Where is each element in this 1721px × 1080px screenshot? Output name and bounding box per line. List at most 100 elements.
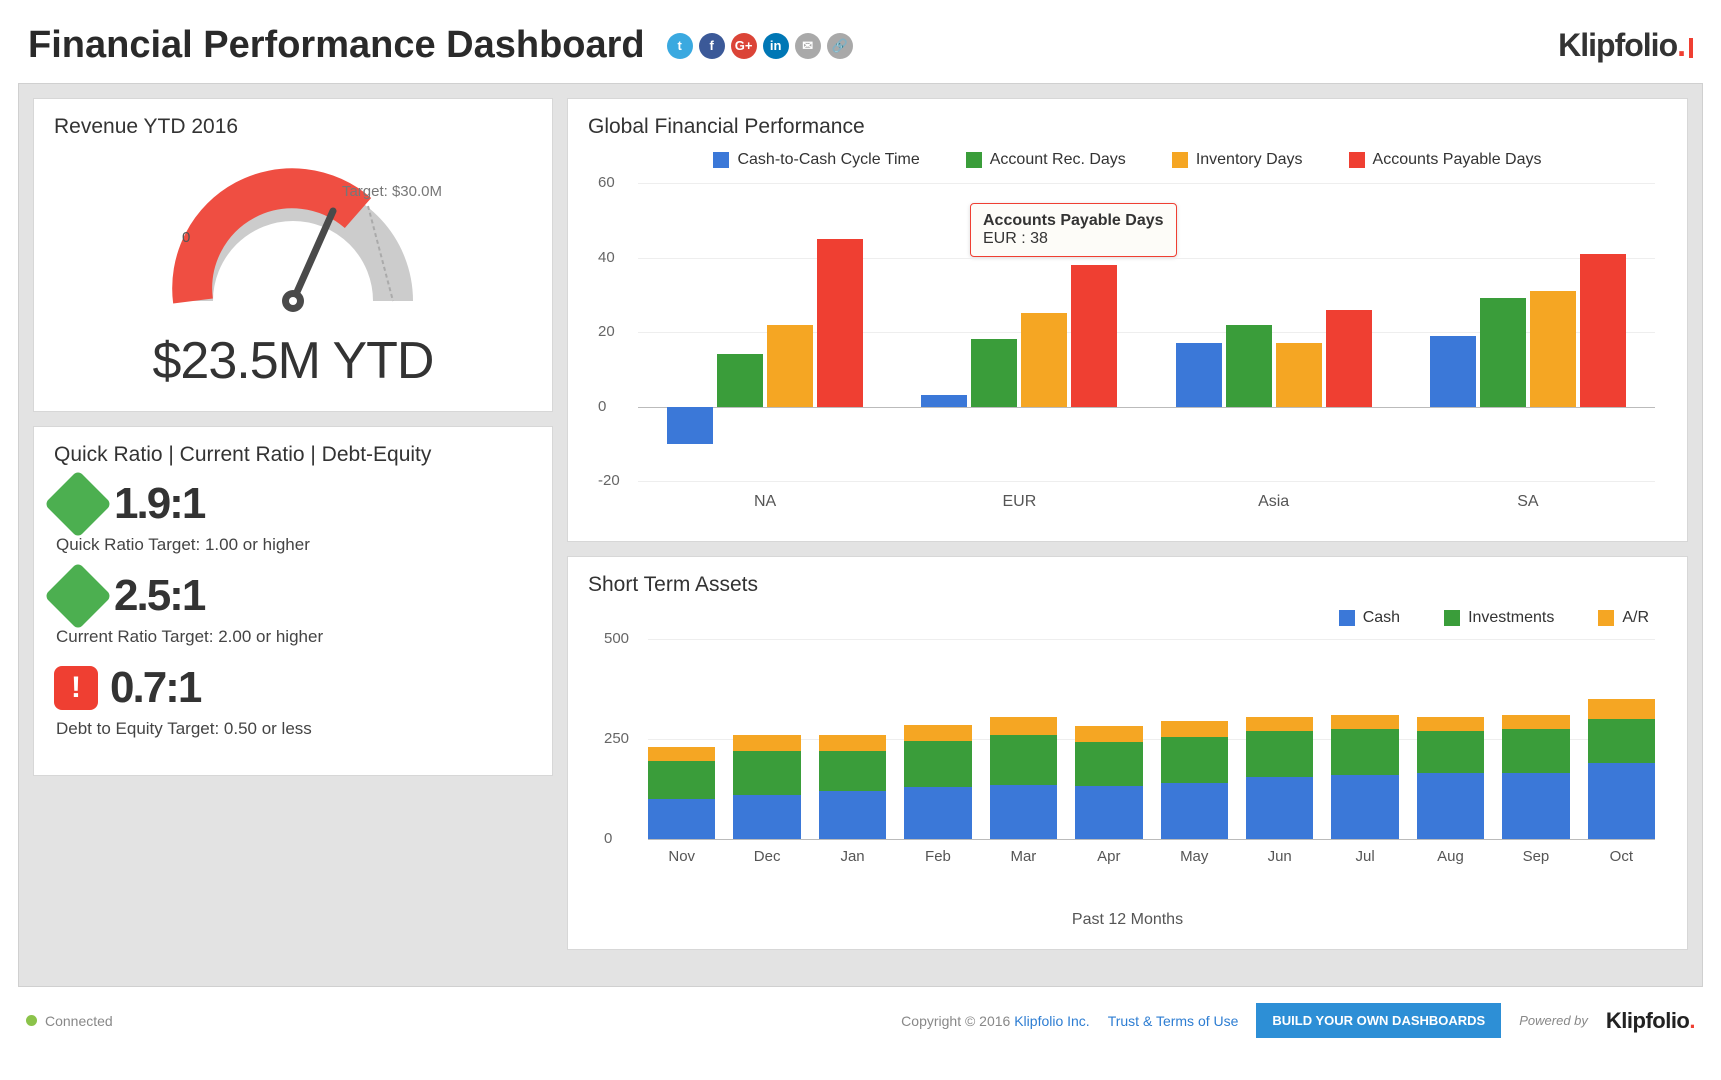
- bar[interactable]: [1071, 265, 1117, 407]
- stack[interactable]: Jan: [819, 735, 886, 839]
- bar[interactable]: [1276, 343, 1322, 406]
- legend-swatch-icon: [966, 152, 982, 168]
- bar-segment[interactable]: [990, 785, 1057, 839]
- legend-item[interactable]: Cash: [1339, 609, 1400, 627]
- bar[interactable]: [921, 395, 967, 406]
- ratios-card: Quick Ratio | Current Ratio | Debt-Equit…: [33, 426, 553, 776]
- bar-segment[interactable]: [733, 751, 800, 795]
- bar-segment[interactable]: [1246, 717, 1313, 731]
- bar-segment[interactable]: [1588, 763, 1655, 839]
- y-tick: 60: [598, 174, 615, 191]
- bar-segment[interactable]: [1075, 786, 1142, 839]
- bar-segment[interactable]: [733, 735, 800, 751]
- bar-segment[interactable]: [1331, 729, 1398, 775]
- bar-segment[interactable]: [1331, 775, 1398, 839]
- bar-segment[interactable]: [733, 795, 800, 839]
- bar-segment[interactable]: [904, 725, 971, 741]
- bar-segment[interactable]: [1246, 731, 1313, 777]
- facebook-icon[interactable]: f: [699, 33, 725, 59]
- bar[interactable]: [1176, 343, 1222, 406]
- bar-segment[interactable]: [1161, 783, 1228, 839]
- stack[interactable]: May: [1161, 721, 1228, 839]
- bar[interactable]: [1430, 336, 1476, 407]
- twitter-icon[interactable]: t: [667, 33, 693, 59]
- month-label: Sep: [1502, 848, 1569, 865]
- legend-label: Cash-to-Cash Cycle Time: [737, 151, 919, 169]
- status-dot-icon: [26, 1015, 37, 1026]
- bar-segment[interactable]: [1331, 715, 1398, 729]
- bar[interactable]: [1480, 298, 1526, 406]
- stack[interactable]: Aug: [1417, 717, 1484, 839]
- bar-segment[interactable]: [819, 751, 886, 791]
- bar[interactable]: [767, 325, 813, 407]
- ratio-target: Current Ratio Target: 2.00 or higher: [56, 627, 532, 647]
- gauge-zero: 0: [182, 229, 190, 246]
- bar-segment[interactable]: [990, 735, 1057, 785]
- global-perf-chart[interactable]: Cash-to-Cash Cycle Time Account Rec. Days…: [588, 151, 1667, 521]
- build-dashboards-button[interactable]: BUILD YOUR OWN DASHBOARDS: [1256, 1003, 1501, 1038]
- stack[interactable]: Jul: [1331, 715, 1398, 839]
- bar[interactable]: [1326, 310, 1372, 407]
- legend-item[interactable]: A/R: [1598, 609, 1649, 627]
- bar-segment[interactable]: [1417, 731, 1484, 773]
- bar-segment[interactable]: [819, 735, 886, 751]
- linkedin-icon[interactable]: in: [763, 33, 789, 59]
- stack[interactable]: Oct: [1588, 699, 1655, 839]
- legend-item[interactable]: Accounts Payable Days: [1349, 151, 1542, 169]
- bar[interactable]: [1021, 313, 1067, 406]
- stack[interactable]: Jun: [1246, 717, 1313, 839]
- email-icon[interactable]: ✉: [795, 33, 821, 59]
- bar-segment[interactable]: [1161, 737, 1228, 783]
- bar[interactable]: [667, 407, 713, 444]
- bar-segment[interactable]: [1161, 721, 1228, 737]
- legend-item[interactable]: Account Rec. Days: [966, 151, 1126, 169]
- stack[interactable]: Dec: [733, 735, 800, 839]
- bar-segment[interactable]: [904, 741, 971, 787]
- bar-segment[interactable]: [648, 761, 715, 799]
- bar-segment[interactable]: [904, 787, 971, 839]
- bar[interactable]: [1530, 291, 1576, 406]
- legend-label: Investments: [1468, 609, 1554, 627]
- stack[interactable]: Feb: [904, 725, 971, 839]
- bar-segment[interactable]: [1502, 729, 1569, 773]
- bar-segment[interactable]: [819, 791, 886, 839]
- month-label: Jun: [1246, 848, 1313, 865]
- bar-segment[interactable]: [1588, 719, 1655, 763]
- month-label: Oct: [1588, 848, 1655, 865]
- bar-segment[interactable]: [1417, 717, 1484, 731]
- bar-segment[interactable]: [648, 799, 715, 839]
- short-term-chart[interactable]: CashInvestmentsA/R 0250500NovDecJanFebMa…: [588, 609, 1667, 929]
- ratio-row: 2.5:1: [54, 571, 532, 621]
- googleplus-icon[interactable]: G+: [731, 33, 757, 59]
- bar[interactable]: [717, 354, 763, 406]
- bar-segment[interactable]: [1075, 726, 1142, 742]
- bar[interactable]: [1226, 325, 1272, 407]
- bar-segment[interactable]: [990, 717, 1057, 735]
- bar-segment[interactable]: [1588, 699, 1655, 719]
- bar-segment[interactable]: [1502, 715, 1569, 729]
- bar-segment[interactable]: [648, 747, 715, 761]
- bar-segment[interactable]: [1075, 742, 1142, 786]
- legend-item[interactable]: Inventory Days: [1172, 151, 1303, 169]
- gauge-target: Target: $30.0M: [342, 183, 442, 200]
- legend-swatch-icon: [1598, 610, 1614, 626]
- stack[interactable]: Mar: [990, 717, 1057, 839]
- stack[interactable]: Nov: [648, 747, 715, 839]
- category-label: EUR: [892, 493, 1146, 511]
- company-link[interactable]: Klipfolio Inc.: [1014, 1013, 1089, 1029]
- legend-item[interactable]: Cash-to-Cash Cycle Time: [713, 151, 919, 169]
- bar-segment[interactable]: [1246, 777, 1313, 839]
- bar[interactable]: [971, 339, 1017, 406]
- y-tick: -20: [598, 472, 620, 489]
- bar[interactable]: [1580, 254, 1626, 407]
- legend-item[interactable]: Investments: [1444, 609, 1554, 627]
- terms-link[interactable]: Trust & Terms of Use: [1108, 1013, 1239, 1029]
- ratio-row: 1.9:1: [54, 479, 532, 529]
- bar-segment[interactable]: [1502, 773, 1569, 839]
- bar[interactable]: [817, 239, 863, 407]
- link-icon[interactable]: 🔗: [827, 33, 853, 59]
- stack[interactable]: Apr: [1075, 726, 1142, 839]
- stack[interactable]: Sep: [1502, 715, 1569, 839]
- month-label: Jul: [1331, 848, 1398, 865]
- bar-segment[interactable]: [1417, 773, 1484, 839]
